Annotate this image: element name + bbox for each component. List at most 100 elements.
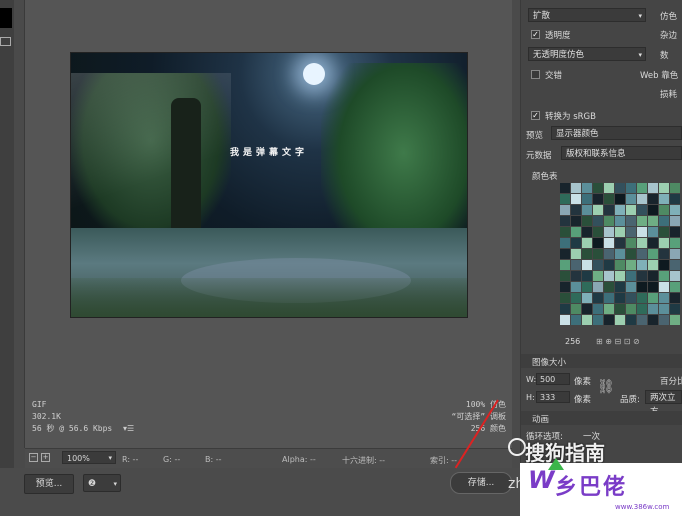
color-swatch[interactable]: [626, 238, 636, 248]
color-swatch[interactable]: [593, 227, 603, 237]
quality-select[interactable]: 两次立方: [645, 390, 682, 417]
zoom-select[interactable]: 100% ▾: [62, 451, 116, 464]
color-swatch[interactable]: [648, 194, 658, 204]
color-swatch[interactable]: [659, 293, 669, 303]
color-swatch[interactable]: [604, 271, 614, 281]
color-swatch[interactable]: [670, 304, 680, 314]
menu-icon[interactable]: ▾☰: [123, 424, 134, 433]
color-swatch[interactable]: [648, 293, 658, 303]
color-swatch[interactable]: [560, 304, 570, 314]
color-swatch[interactable]: [637, 282, 647, 292]
color-swatch[interactable]: [560, 227, 570, 237]
color-swatch[interactable]: [593, 304, 603, 314]
color-swatch[interactable]: [626, 260, 636, 270]
preview-image[interactable]: 我是弹幕文字: [70, 52, 468, 318]
color-swatch[interactable]: [571, 304, 581, 314]
color-swatch[interactable]: [659, 282, 669, 292]
color-swatch[interactable]: [659, 183, 669, 193]
color-swatch[interactable]: [637, 293, 647, 303]
color-swatch[interactable]: [637, 227, 647, 237]
color-swatch[interactable]: [571, 271, 581, 281]
color-swatch[interactable]: [604, 205, 614, 215]
color-swatch[interactable]: [560, 293, 570, 303]
color-swatch[interactable]: [593, 282, 603, 292]
color-swatch[interactable]: [670, 315, 680, 325]
color-swatch[interactable]: [604, 293, 614, 303]
color-swatch[interactable]: [670, 227, 680, 237]
color-swatch[interactable]: [659, 249, 669, 259]
color-swatch[interactable]: [626, 271, 636, 281]
color-swatch[interactable]: [615, 216, 625, 226]
height-input[interactable]: 333: [536, 391, 570, 403]
color-swatch[interactable]: [659, 194, 669, 204]
color-swatch[interactable]: [626, 194, 636, 204]
color-swatch[interactable]: [659, 315, 669, 325]
color-swatch[interactable]: [637, 249, 647, 259]
metadata-select[interactable]: 版权和联系信息: [561, 146, 682, 160]
color-swatch[interactable]: [0, 8, 12, 28]
color-swatch[interactable]: [571, 315, 581, 325]
color-swatch[interactable]: [615, 238, 625, 248]
color-swatch[interactable]: [659, 227, 669, 237]
color-swatch[interactable]: [648, 271, 658, 281]
color-swatch[interactable]: [571, 249, 581, 259]
color-swatch[interactable]: [604, 194, 614, 204]
color-swatch[interactable]: [615, 304, 625, 314]
color-swatch[interactable]: [593, 249, 603, 259]
color-swatch[interactable]: [582, 304, 592, 314]
color-swatch[interactable]: [593, 260, 603, 270]
color-swatch[interactable]: [560, 205, 570, 215]
color-swatch[interactable]: [626, 183, 636, 193]
color-swatch[interactable]: [615, 315, 625, 325]
color-swatch[interactable]: [604, 282, 614, 292]
dither-algorithm-select[interactable]: 扩散 ▾: [528, 8, 646, 22]
color-swatch[interactable]: [571, 260, 581, 270]
color-swatch[interactable]: [670, 249, 680, 259]
color-swatch[interactable]: [593, 315, 603, 325]
color-swatch[interactable]: [615, 293, 625, 303]
color-swatch[interactable]: [648, 249, 658, 259]
color-swatch[interactable]: [560, 238, 570, 248]
color-swatch[interactable]: [615, 271, 625, 281]
color-swatch[interactable]: [593, 216, 603, 226]
color-swatch[interactable]: [659, 260, 669, 270]
color-table[interactable]: [560, 183, 682, 331]
color-swatch[interactable]: [615, 227, 625, 237]
width-input[interactable]: 500: [536, 373, 570, 385]
zoom-in-icon[interactable]: +: [41, 453, 50, 462]
color-swatch[interactable]: [571, 194, 581, 204]
color-swatch[interactable]: [615, 249, 625, 259]
color-swatch[interactable]: [637, 260, 647, 270]
color-swatch[interactable]: [604, 183, 614, 193]
color-swatch[interactable]: [615, 260, 625, 270]
color-swatch[interactable]: [582, 227, 592, 237]
color-swatch[interactable]: [670, 238, 680, 248]
color-swatch[interactable]: [571, 238, 581, 248]
link-icon[interactable]: ⛓: [597, 379, 615, 395]
color-swatch[interactable]: [593, 238, 603, 248]
color-swatch[interactable]: [670, 293, 680, 303]
color-swatch[interactable]: [604, 304, 614, 314]
color-swatch[interactable]: [659, 238, 669, 248]
color-swatch[interactable]: [593, 205, 603, 215]
color-swatch[interactable]: [670, 260, 680, 270]
color-swatch[interactable]: [593, 183, 603, 193]
color-swatch[interactable]: [560, 216, 570, 226]
color-swatch[interactable]: [648, 282, 658, 292]
color-swatch[interactable]: [648, 315, 658, 325]
color-swatch[interactable]: [615, 183, 625, 193]
color-swatch[interactable]: [571, 282, 581, 292]
color-swatch[interactable]: [637, 238, 647, 248]
color-swatch[interactable]: [626, 216, 636, 226]
color-swatch[interactable]: [637, 216, 647, 226]
color-swatch[interactable]: [637, 271, 647, 281]
color-swatch[interactable]: [659, 271, 669, 281]
color-swatch[interactable]: [571, 216, 581, 226]
color-swatch[interactable]: [560, 271, 570, 281]
preview-button[interactable]: 预览...: [24, 474, 74, 494]
color-swatch[interactable]: [615, 282, 625, 292]
color-table-tools-icon[interactable]: ⊞ ⊕ ⊟ ⊡ ⊘: [596, 337, 640, 346]
color-swatch[interactable]: [593, 293, 603, 303]
color-swatch[interactable]: [560, 194, 570, 204]
color-swatch[interactable]: [648, 260, 658, 270]
